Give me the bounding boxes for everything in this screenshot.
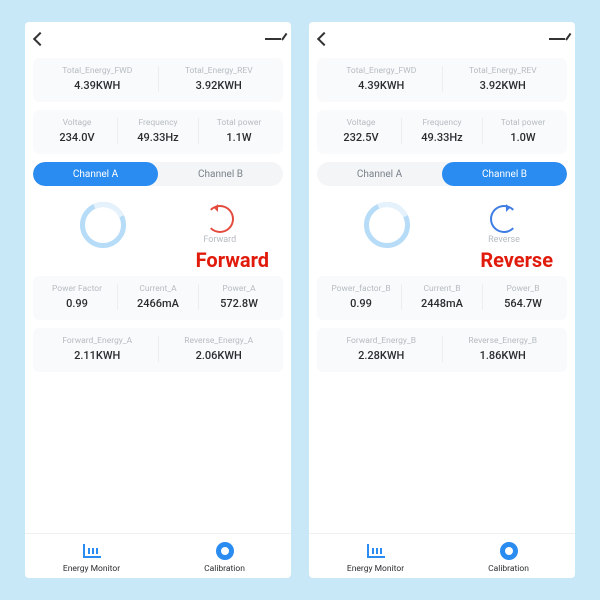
pf-label: Power_factor_B [321, 284, 401, 294]
ch-rev-label: Reverse_Energy_B [443, 336, 564, 346]
total-rev-label: Total_Energy_REV [159, 66, 280, 76]
power-value: 564.7W [483, 297, 563, 310]
energy-card: Total_Energy_FWD 4.39KWH Total_Energy_RE… [33, 58, 283, 102]
total-power-value: 1.0W [483, 131, 563, 144]
screen-caption: Reverse [317, 248, 567, 276]
current-value: 2466mA [118, 297, 198, 310]
screen-reverse: Total_Energy_FWD 4.39KWH Total_Energy_RE… [309, 22, 575, 578]
channel-stats-card: Power Factor 0.99 Current_A 2466mA Power… [33, 276, 283, 320]
nav-energy-monitor[interactable]: Energy Monitor [25, 540, 158, 574]
total-fwd-label: Total_Energy_FWD [37, 66, 158, 76]
ch-fwd-label: Forward_Energy_B [321, 336, 442, 346]
power-label: Power_B [483, 284, 563, 294]
total-fwd-label: Total_Energy_FWD [321, 66, 442, 76]
channel-stats-card: Power_factor_B 0.99 Current_B 2448mA Pow… [317, 276, 567, 320]
total-fwd-value: 4.39KWH [321, 79, 442, 92]
nav-cal-label: Calibration [204, 564, 245, 574]
gear-icon [500, 542, 518, 560]
total-rev-value: 3.92KWH [159, 79, 280, 92]
edit-icon[interactable] [265, 38, 281, 40]
back-icon[interactable] [317, 32, 331, 46]
ch-fwd-label: Forward_Energy_A [37, 336, 158, 346]
power-card: Voltage 234.0V Frequency 49.33Hz Total p… [33, 110, 283, 154]
channel-tabs: Channel A Channel B [317, 162, 567, 186]
chart-icon [367, 544, 385, 558]
total-rev-value: 3.92KWH [443, 79, 564, 92]
direction-label: Forward [203, 235, 236, 245]
bottom-nav: Energy Monitor Calibration [25, 533, 291, 578]
ch-fwd-value: 2.11KWH [37, 349, 158, 362]
tab-channel-a[interactable]: Channel A [317, 162, 442, 186]
power-gauge-icon [364, 202, 410, 248]
frequency-value: 49.33Hz [118, 131, 198, 144]
channel-tabs: Channel A Channel B [33, 162, 283, 186]
nav-calibration[interactable]: Calibration [442, 540, 575, 574]
tab-channel-b[interactable]: Channel B [442, 162, 567, 186]
back-icon[interactable] [33, 32, 47, 46]
chart-icon [83, 544, 101, 558]
total-power-label: Total power [199, 118, 279, 128]
nav-calibration[interactable]: Calibration [158, 540, 291, 574]
current-value: 2448mA [402, 297, 482, 310]
pf-value: 0.99 [37, 297, 117, 310]
ch-rev-value: 2.06KWH [159, 349, 280, 362]
voltage-value: 234.0V [37, 131, 117, 144]
nav-cal-label: Calibration [488, 564, 529, 574]
pf-label: Power Factor [37, 284, 117, 294]
direction-label: Reverse [488, 235, 520, 245]
frequency-label: Frequency [118, 118, 198, 128]
channel-energy-card: Forward_Energy_A 2.11KWH Reverse_Energy_… [33, 328, 283, 372]
voltage-label: Voltage [37, 118, 117, 128]
reverse-arrow-icon [490, 205, 518, 233]
topbar [25, 22, 291, 56]
edit-icon[interactable] [549, 38, 565, 40]
tab-channel-b[interactable]: Channel B [158, 162, 283, 186]
power-gauge-icon [80, 202, 126, 248]
power-label: Power_A [199, 284, 279, 294]
screen-caption: Forward [33, 248, 283, 276]
nav-monitor-label: Energy Monitor [347, 564, 404, 574]
bottom-nav: Energy Monitor Calibration [309, 533, 575, 578]
forward-arrow-icon [206, 205, 234, 233]
frequency-value: 49.33Hz [402, 131, 482, 144]
total-power-label: Total power [483, 118, 563, 128]
channel-energy-card: Forward_Energy_B 2.28KWH Reverse_Energy_… [317, 328, 567, 372]
ch-rev-value: 1.86KWH [443, 349, 564, 362]
gear-icon [216, 542, 234, 560]
topbar [309, 22, 575, 56]
voltage-label: Voltage [321, 118, 401, 128]
current-label: Current_A [118, 284, 198, 294]
total-rev-label: Total_Energy_REV [443, 66, 564, 76]
voltage-value: 232.5V [321, 131, 401, 144]
ch-rev-label: Reverse_Energy_A [159, 336, 280, 346]
screen-forward: Total_Energy_FWD 4.39KWH Total_Energy_RE… [25, 22, 291, 578]
pf-value: 0.99 [321, 297, 401, 310]
frequency-label: Frequency [402, 118, 482, 128]
tab-channel-a[interactable]: Channel A [33, 162, 158, 186]
total-power-value: 1.1W [199, 131, 279, 144]
nav-energy-monitor[interactable]: Energy Monitor [309, 540, 442, 574]
power-value: 572.8W [199, 297, 279, 310]
energy-card: Total_Energy_FWD 4.39KWH Total_Energy_RE… [317, 58, 567, 102]
total-fwd-value: 4.39KWH [37, 79, 158, 92]
ch-fwd-value: 2.28KWH [321, 349, 442, 362]
power-card: Voltage 232.5V Frequency 49.33Hz Total p… [317, 110, 567, 154]
current-label: Current_B [402, 284, 482, 294]
nav-monitor-label: Energy Monitor [63, 564, 120, 574]
